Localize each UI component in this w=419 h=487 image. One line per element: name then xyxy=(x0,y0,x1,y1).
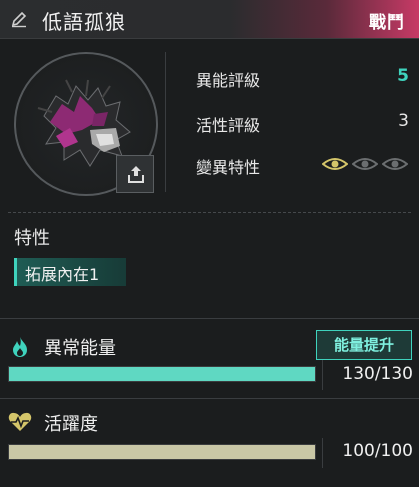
creature-name[interactable]: 低語孤狼 xyxy=(42,6,126,35)
header-bar: 低語孤狼 戰鬥 xyxy=(0,0,419,39)
heartbeat-icon xyxy=(8,412,32,431)
eye-icon-active xyxy=(322,158,348,170)
anomaly-rating-value: 5 xyxy=(397,66,409,86)
traits-title: 特性 xyxy=(14,228,50,249)
vitality-bar xyxy=(8,444,316,460)
vitality-rating-label: 活性評級 xyxy=(196,116,261,135)
pencil-icon[interactable] xyxy=(10,10,28,28)
vertical-divider xyxy=(165,52,166,192)
energy-value: 130/130 xyxy=(342,364,413,384)
energy-boost-button[interactable]: 能量提升 xyxy=(316,330,412,360)
energy-label: 異常能量 xyxy=(44,338,116,359)
divider xyxy=(322,438,323,468)
section-divider xyxy=(8,212,411,213)
vitality-label: 活躍度 xyxy=(44,414,98,435)
mutation-eyes[interactable] xyxy=(322,156,412,172)
divider xyxy=(322,360,323,390)
export-icon xyxy=(128,166,144,183)
energy-bar xyxy=(8,366,316,382)
trait-item[interactable]: 拓展內在1 xyxy=(14,258,126,286)
section-divider xyxy=(0,398,419,399)
export-button[interactable] xyxy=(116,155,154,193)
vitality-rating-value: 3 xyxy=(398,111,409,131)
eye-icon xyxy=(352,158,378,170)
vitality-bar-fill xyxy=(9,445,315,459)
anomaly-rating-label: 異能評級 xyxy=(196,71,261,90)
section-divider xyxy=(0,318,419,319)
energy-bar-fill xyxy=(9,367,315,381)
combat-tag: 戰鬥 xyxy=(369,13,405,33)
vitality-value: 100/100 xyxy=(342,441,413,461)
eye-icon xyxy=(382,158,408,170)
flame-icon xyxy=(13,337,27,357)
mutation-trait-label: 變異特性 xyxy=(196,158,261,177)
